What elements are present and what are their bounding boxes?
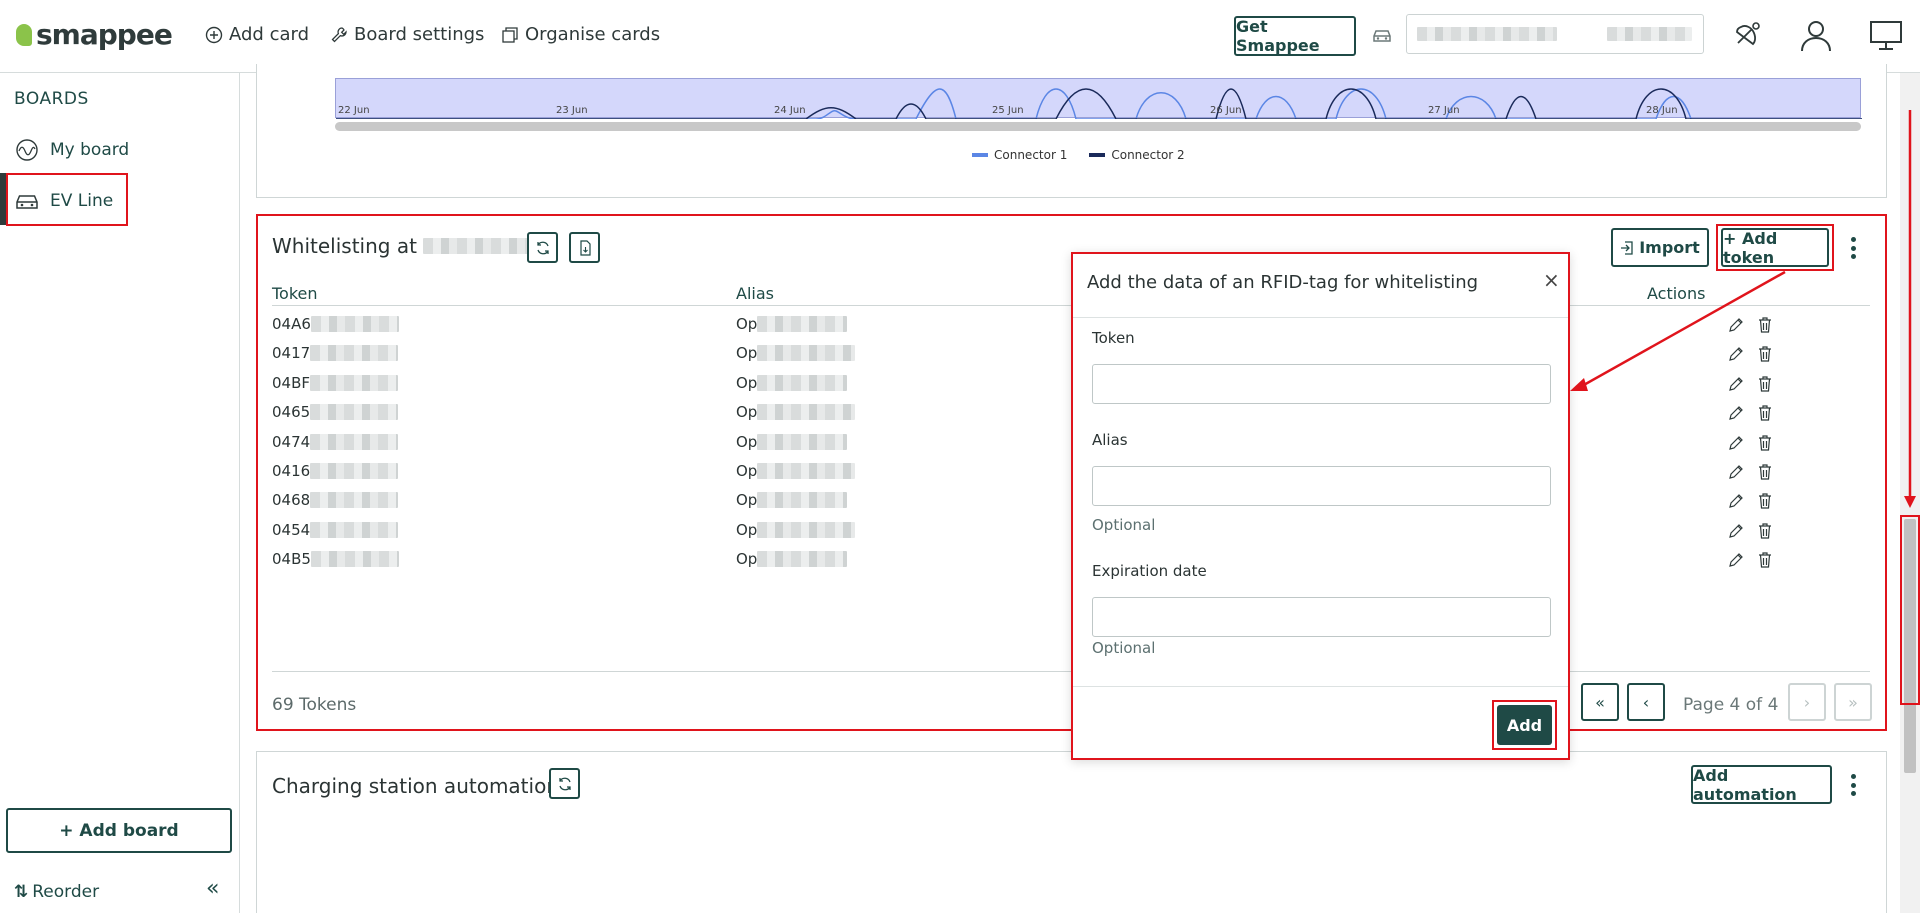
annotation-arrows (1570, 110, 1916, 508)
arrow-head (1570, 378, 1588, 391)
arrow-head (1904, 496, 1916, 508)
